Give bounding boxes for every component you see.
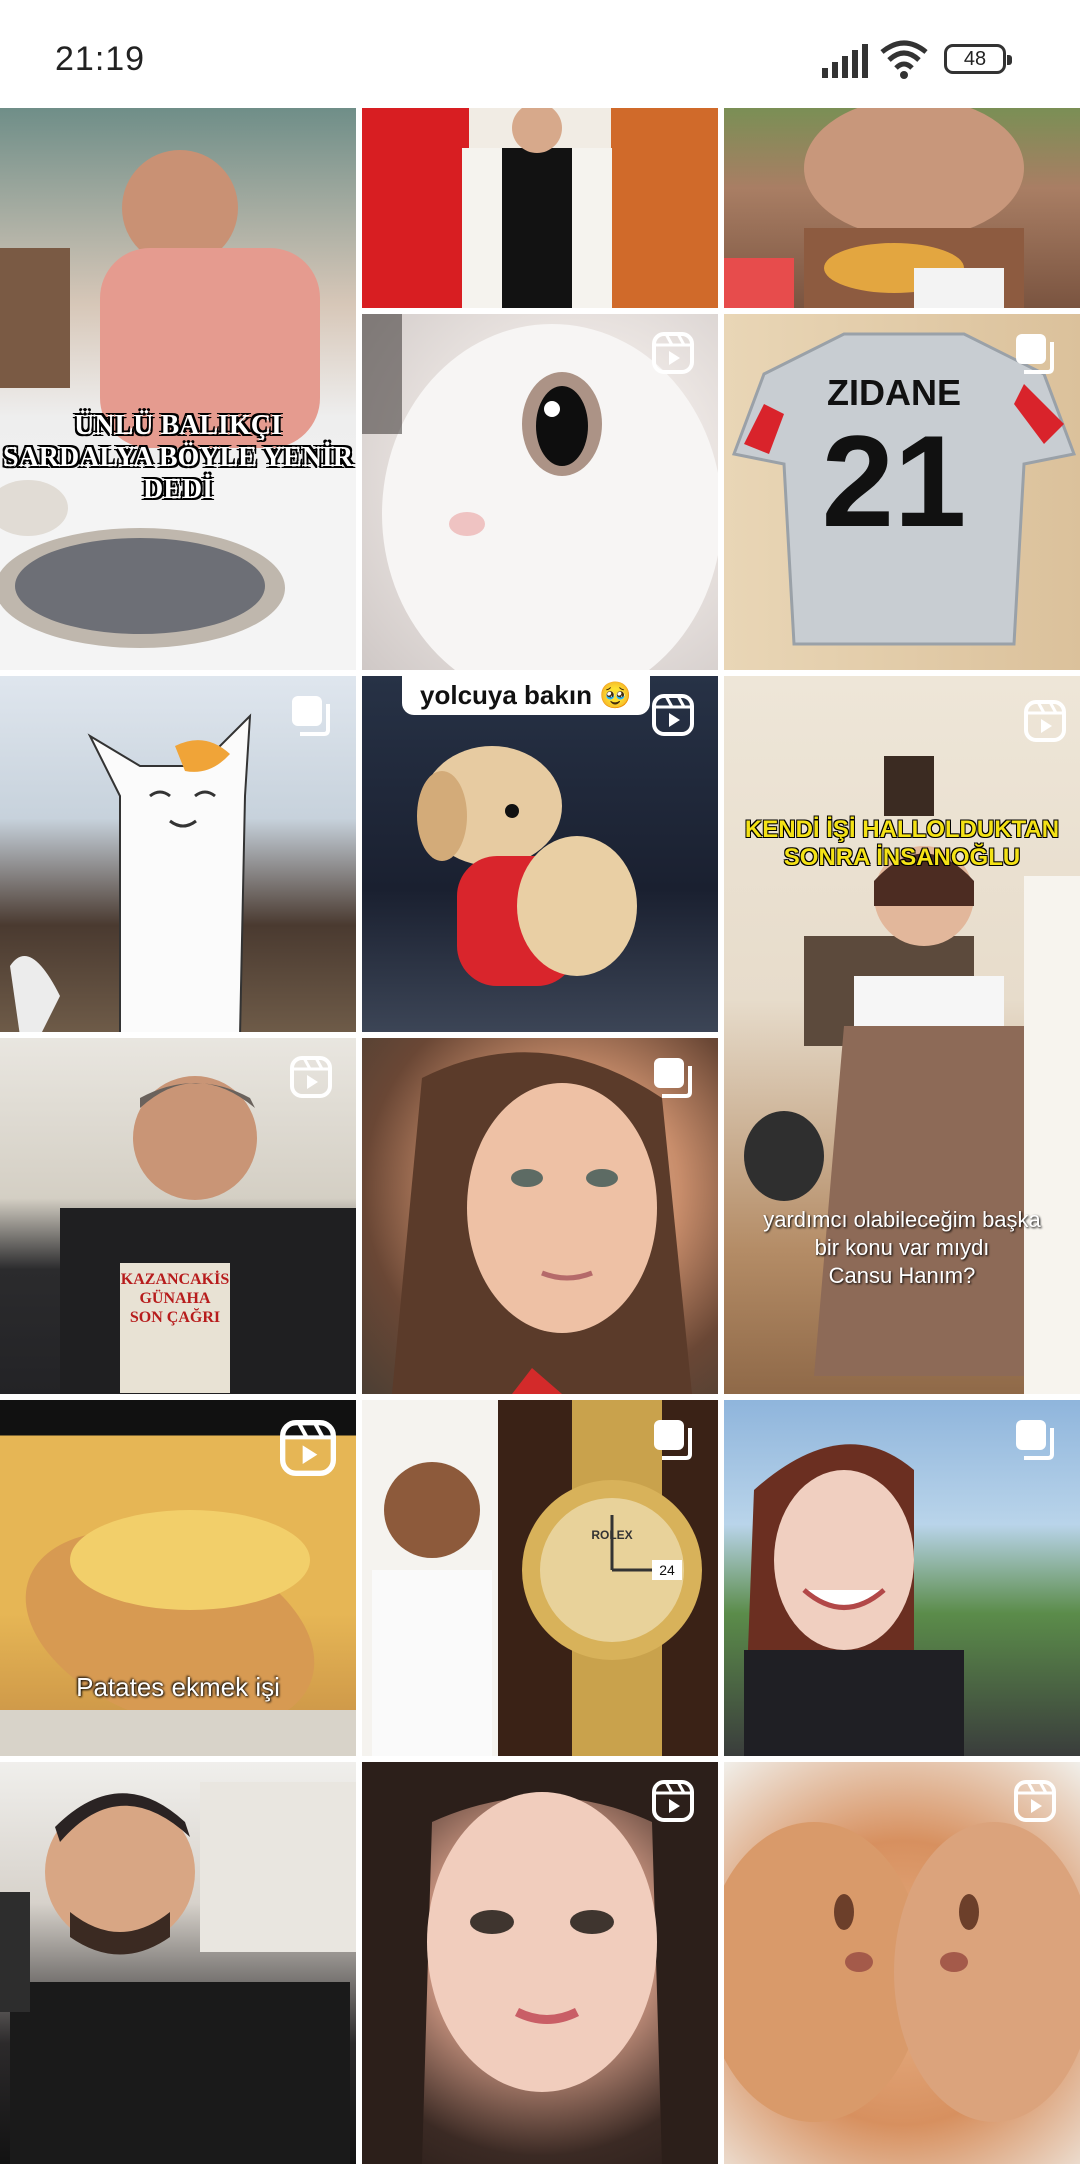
headline-line: KENDİ İŞİ HALLOLDUKTAN (744, 816, 1060, 843)
status-time: 21:19 (55, 40, 146, 78)
headline-line: SONRA İNSANOĞLU (783, 844, 1021, 871)
reels-icon (652, 1780, 694, 1822)
grid-post[interactable] (0, 676, 356, 1032)
jersey-number: 21 (821, 408, 967, 554)
grid-post[interactable] (362, 314, 718, 670)
reels-icon (652, 332, 694, 374)
status-bar: 21:19 48 (0, 0, 1080, 108)
post-overlay-text: ÜNLÜ BALIKÇI SARDALYA BÖYLE YENİR DEDİ (0, 410, 356, 506)
carousel-icon (1016, 1420, 1054, 1460)
carousel-icon (654, 1420, 692, 1460)
overlay-line: SARDALYA BÖYLE YENİR (2, 442, 354, 473)
battery-level: 48 (963, 48, 987, 70)
book-title-line: GÜNAHA (139, 1290, 211, 1307)
grid-post[interactable] (724, 108, 1080, 308)
watch-brand: ROLEX (591, 1528, 633, 1542)
grid-post[interactable]: KENDİ İŞİ HALLOLDUKTAN SONRA İNSANOĞLU y… (724, 676, 1080, 1394)
grid-post[interactable]: ÜNLÜ BALIKÇI SARDALYA BÖYLE YENİR DEDİ (0, 108, 356, 670)
overlay-line: ÜNLÜ BALIKÇI (74, 410, 282, 441)
book-title-line: KAZANCAKİS (120, 1271, 230, 1288)
signal-icon (822, 44, 868, 78)
grid-post[interactable] (0, 1762, 356, 2164)
grid-post[interactable]: ZIDANE 21 (724, 314, 1080, 670)
food-illustration (724, 108, 1024, 308)
reels-icon (1014, 1780, 1056, 1822)
grid-post[interactable]: Patates ekmek işi (0, 1400, 356, 1756)
reels-icon (290, 1056, 332, 1098)
reels-icon (652, 694, 694, 736)
grid-post[interactable]: KAZANCAKİS GÜNAHA SON ÇAĞRI (0, 1038, 356, 1394)
grid-post[interactable] (724, 1762, 1080, 2164)
post-caption: Patates ekmek işi (76, 1672, 280, 1702)
subtitle-line: bir konu var mıydı (814, 1235, 990, 1260)
grid-post[interactable]: ROLEX 24 (362, 1400, 718, 1756)
reels-icon (1024, 700, 1066, 742)
battery-icon: 48 (944, 44, 1012, 74)
subtitle-line: Cansu Hanım? (828, 1263, 976, 1288)
book-title: KAZANCAKİS GÜNAHA SON ÇAĞRI (120, 1270, 230, 1327)
grid-post[interactable] (362, 1762, 718, 2164)
profile-grid: ÜNLÜ BALIKÇI SARDALYA BÖYLE YENİR DEDİ Z… (0, 108, 1080, 2164)
post-subtitle: yardımcı olabileceğim başka bir konu var… (724, 1206, 1080, 1290)
speaker-illustration (462, 108, 612, 308)
post-caption: yolcuya bakın 🥹 (402, 676, 650, 715)
carousel-icon (292, 696, 330, 736)
watch-date: 24 (652, 1560, 682, 1580)
subtitle-line: yardımcı olabileceğim başka (763, 1207, 1041, 1232)
grid-post[interactable] (362, 108, 718, 308)
carousel-icon (654, 1058, 692, 1098)
closeup-woman-illustration (362, 1762, 718, 2164)
wifi-icon (880, 40, 928, 79)
grid-post[interactable] (724, 1400, 1080, 1756)
book-title-line: SON ÇAĞRI (129, 1309, 221, 1326)
fish-plate-illustration (0, 150, 356, 670)
man-microphone-illustration (0, 1782, 356, 2164)
grid-post[interactable] (362, 1038, 718, 1394)
grid-post[interactable]: yolcuya bakın 🥹 (362, 676, 718, 1032)
carousel-icon (1016, 334, 1054, 374)
post-headline: KENDİ İŞİ HALLOLDUKTAN SONRA İNSANOĞLU (724, 816, 1080, 872)
overlay-line: DEDİ (142, 474, 213, 505)
reels-icon (280, 1420, 336, 1476)
two-cats-illustration (724, 1822, 1080, 2122)
